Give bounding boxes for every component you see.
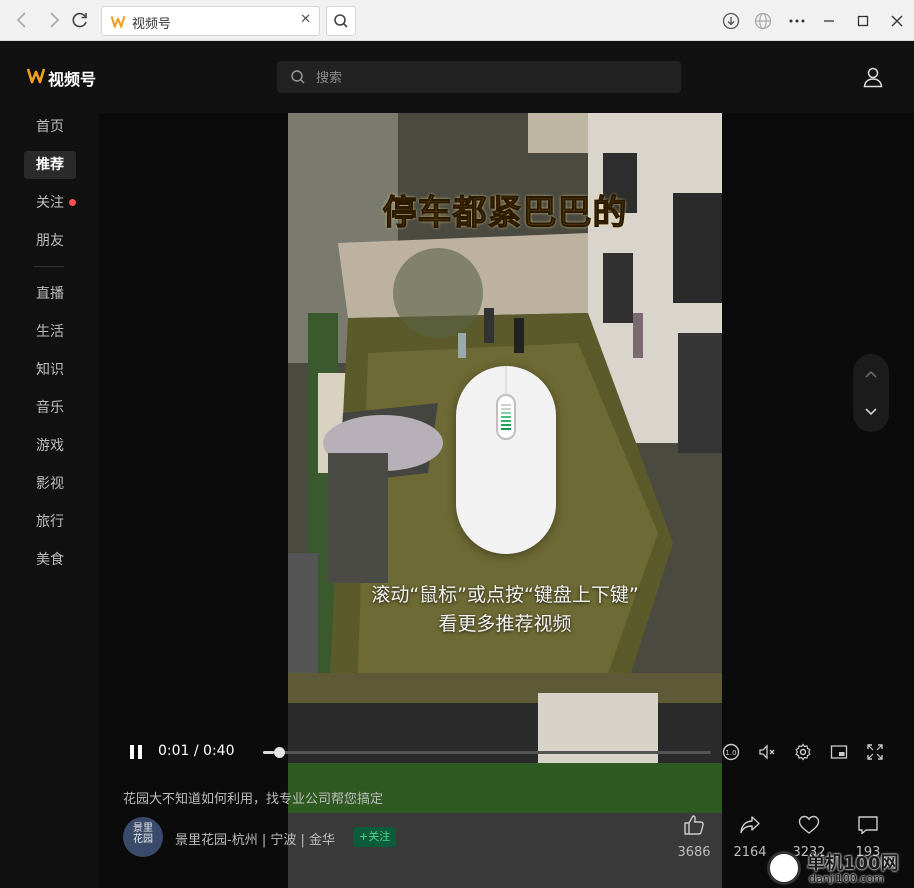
- sidebar-item-label: 关注: [36, 195, 64, 211]
- video-controls: 0:01 / 0:40 1.0: [99, 737, 914, 767]
- progress-handle[interactable]: [274, 747, 286, 758]
- author-name[interactable]: 景里花园-杭州 | 宁波 | 金华: [175, 829, 335, 848]
- video-caption: 停车都紧巴巴的: [382, 193, 628, 234]
- back-icon[interactable]: [10, 8, 34, 32]
- sidebar-item-life[interactable]: 生活: [24, 318, 76, 346]
- mute-icon[interactable]: [757, 742, 777, 762]
- progress-bar[interactable]: [263, 747, 711, 758]
- sidebar-item-home[interactable]: 首页: [24, 113, 76, 141]
- close-window-icon[interactable]: [886, 10, 908, 32]
- settings-icon[interactable]: [793, 742, 813, 762]
- refresh-icon[interactable]: [68, 8, 92, 32]
- browser-search-button[interactable]: [326, 6, 356, 36]
- more-icon[interactable]: [786, 10, 808, 32]
- comment-icon: [858, 816, 878, 835]
- watermark-url: danji100.com: [809, 872, 884, 885]
- thumbs-up-icon: [684, 815, 704, 835]
- tab-title: 视频号: [132, 17, 172, 32]
- like-button[interactable]: 3686: [670, 813, 718, 873]
- sidebar-item-travel[interactable]: 旅行: [24, 508, 76, 536]
- download-icon[interactable]: [720, 10, 742, 32]
- svg-text:1.0: 1.0: [725, 749, 736, 757]
- fullscreen-icon[interactable]: [865, 742, 885, 762]
- progress-fill: [263, 751, 275, 754]
- follow-button[interactable]: +关注: [353, 827, 397, 847]
- sidebar-item-food[interactable]: 美食: [24, 546, 76, 574]
- search-icon: [334, 14, 348, 28]
- search-icon: [291, 70, 305, 84]
- browser-toolbar: 视频号 ✕: [0, 0, 914, 41]
- chevron-down-icon[interactable]: [862, 402, 880, 420]
- maximize-icon[interactable]: [852, 10, 874, 32]
- mouse-divider: [505, 366, 507, 394]
- watermark-logo-icon: [767, 851, 801, 885]
- minimize-icon[interactable]: [818, 10, 840, 32]
- video-nav-arrows: [853, 354, 889, 432]
- like-count: 3686: [677, 845, 711, 860]
- sidebar-item-music[interactable]: 音乐: [24, 394, 76, 422]
- close-tab-icon[interactable]: ✕: [300, 12, 311, 27]
- heart-icon: [798, 815, 820, 834]
- channels-logo-icon: [26, 68, 46, 84]
- scroll-hint-subtext: 看更多推荐视频: [438, 613, 572, 635]
- sidebar-item-recommend[interactable]: 推荐: [24, 151, 76, 179]
- notification-dot: [69, 199, 76, 206]
- sidebar-item-games[interactable]: 游戏: [24, 432, 76, 460]
- sidebar-item-friends[interactable]: 朋友: [24, 227, 76, 255]
- globe-icon[interactable]: [752, 10, 774, 32]
- pause-icon[interactable]: [129, 744, 143, 760]
- share-icon: [740, 816, 760, 834]
- video-description: 花园大不知道如何利用，找专业公司帮您搞定: [123, 792, 384, 807]
- avatar-logo-text: 景里 花园: [133, 823, 153, 845]
- sidebar-divider: [34, 266, 64, 267]
- sidebar-item-following[interactable]: 关注: [24, 189, 76, 217]
- channels-logo-icon: [110, 16, 126, 28]
- video-time: 0:01 / 0:40: [158, 743, 235, 759]
- browser-tab[interactable]: 视频号 ✕: [101, 6, 320, 36]
- sidebar: 首页 推荐 关注 朋友 直播 生活 知识 音乐 游戏 影视 旅行 美食: [0, 111, 99, 888]
- app-root: 视频号 首页 推荐 关注 朋友 直播 生活 知识 音乐 游戏 影视 旅行 美食: [0, 41, 914, 888]
- sidebar-item-live[interactable]: 直播: [24, 280, 76, 308]
- playback-speed-icon[interactable]: 1.0: [721, 742, 741, 762]
- chevron-up-icon[interactable]: [862, 366, 880, 384]
- site-watermark: 单机100网 danji100.com: [765, 848, 914, 888]
- avatar[interactable]: 景里 花园: [123, 817, 163, 857]
- user-icon[interactable]: [862, 66, 884, 88]
- app-title: 视频号: [48, 70, 97, 89]
- scroll-hint-text: 滚动“鼠标”或点按“键盘上下键”: [371, 584, 639, 606]
- sidebar-item-knowledge[interactable]: 知识: [24, 356, 76, 384]
- search-input[interactable]: [316, 61, 666, 93]
- picture-in-picture-icon[interactable]: [829, 742, 849, 762]
- sidebar-item-film[interactable]: 影视: [24, 470, 76, 498]
- forward-icon[interactable]: [42, 8, 66, 32]
- video-player[interactable]: 停车都紧巴巴的 滚动“鼠标”或点按“键盘上下键” 看更多推荐视频 0:01 / …: [99, 113, 914, 888]
- search-box[interactable]: [277, 61, 681, 93]
- mouse-wheel-icon: [496, 394, 516, 440]
- scroll-hint-mouse-icon: [456, 366, 556, 554]
